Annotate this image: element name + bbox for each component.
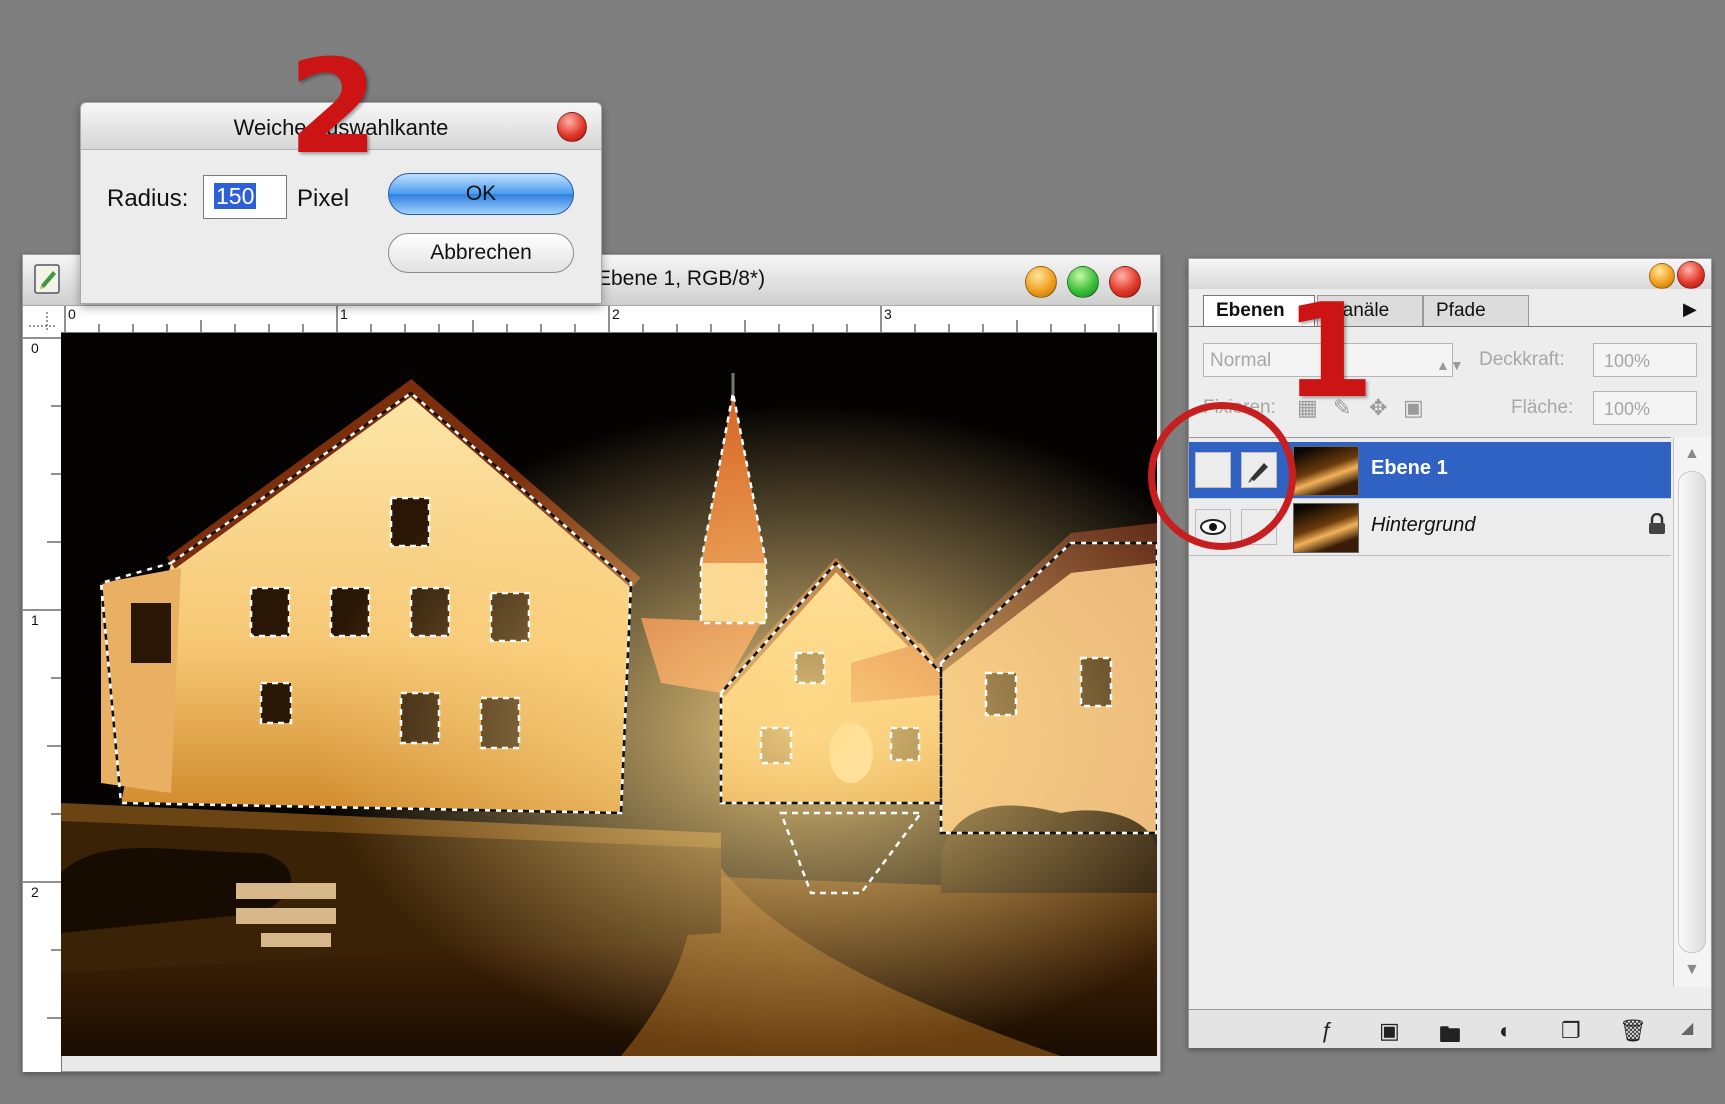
layers-panel: Ebenen Kanäle Pfade ▶ Normal ▲▼ Deckkraf… <box>1188 258 1712 1048</box>
trash-icon[interactable]: 🗑 <box>1619 1018 1647 1044</box>
radius-label: Radius: <box>107 185 189 212</box>
layers-scrollbar[interactable]: ▲ ▼ <box>1673 437 1710 987</box>
vertical-ruler[interactable]: 0 1 2 <box>23 332 62 1072</box>
highlight-circle-annotation <box>1148 402 1296 550</box>
radius-input[interactable]: 150 <box>203 175 287 219</box>
padlock-icon <box>1647 512 1667 541</box>
close-window-button[interactable] <box>1109 266 1141 298</box>
ruler-label-v2: 2 <box>31 884 39 900</box>
document-title: Ebene 1, RGB/8*) <box>597 267 766 290</box>
image-canvas[interactable] <box>61 333 1157 1056</box>
step-number-2: 2 <box>288 31 379 183</box>
scroll-thumb[interactable] <box>1678 471 1706 953</box>
ok-button[interactable]: OK <box>388 173 574 215</box>
tab-divider <box>1189 326 1711 327</box>
ruler-origin[interactable] <box>23 306 62 333</box>
layer-name[interactable]: Ebene 1 <box>1371 457 1448 480</box>
layer-style-icon[interactable]: ƒ <box>1321 1018 1333 1044</box>
radius-value: 150 <box>214 183 257 209</box>
blend-mode-value: Normal <box>1210 350 1272 371</box>
dialog-close-button[interactable] <box>557 112 587 142</box>
stepper-arrows-icon: ▲▼ <box>1436 357 1464 373</box>
step-number-1: 1 <box>1284 275 1375 427</box>
tab-paths[interactable]: Pfade <box>1423 295 1529 326</box>
zoom-button[interactable] <box>1067 266 1099 298</box>
panel-footer-toolbar: ƒ ▣ 🖿 ◐ ❐ 🗑 ◢ <box>1189 1009 1711 1048</box>
panel-menu-arrow-icon[interactable]: ▶ <box>1683 299 1697 320</box>
panel-titlebar[interactable] <box>1189 259 1711 289</box>
ruler-label-0: 0 <box>68 306 76 322</box>
resize-grip-icon[interactable]: ◢ <box>1681 1018 1693 1038</box>
layer-name[interactable]: Hintergrund <box>1371 514 1476 537</box>
ruler-label-v0: 0 <box>31 340 39 356</box>
cancel-button[interactable]: Abbrechen <box>388 233 574 273</box>
lock-all-icon[interactable]: ▣ <box>1403 395 1424 421</box>
new-group-folder-icon[interactable]: 🖿 <box>1439 1018 1461 1056</box>
layer-thumbnail <box>1293 446 1359 496</box>
layer-mask-icon[interactable]: ▣ <box>1379 1018 1400 1044</box>
ruler-label-1: 1 <box>340 306 348 322</box>
minimize-button[interactable] <box>1025 266 1057 298</box>
opacity-input[interactable]: 100% <box>1593 343 1697 377</box>
panel-close-button[interactable] <box>1677 261 1705 289</box>
new-layer-icon[interactable]: ❐ <box>1561 1018 1581 1044</box>
ruler-label-3: 3 <box>884 306 892 322</box>
fill-label: Fläche: <box>1511 397 1574 418</box>
radius-unit-label: Pixel <box>297 185 350 212</box>
document-window: Ebene 1, RGB/8*) 0 1 2 3 0 1 2 <box>22 254 1161 1072</box>
horizontal-ruler[interactable]: 0 1 2 3 <box>61 306 1157 333</box>
fill-input[interactable]: 100% <box>1593 391 1697 425</box>
layer-thumbnail <box>1293 503 1359 553</box>
ruler-label-v1: 1 <box>31 612 39 628</box>
scroll-up-arrow-icon[interactable]: ▲ <box>1684 445 1700 463</box>
ruler-label-2: 2 <box>612 306 620 322</box>
opacity-label: Deckkraft: <box>1479 349 1565 370</box>
photoshop-document-icon <box>33 263 63 295</box>
adjustment-layer-icon[interactable]: ◐ <box>1499 1018 1512 1044</box>
panel-collapse-button[interactable] <box>1649 263 1675 289</box>
night-village-photo <box>61 333 1157 1056</box>
scroll-down-arrow-icon[interactable]: ▼ <box>1684 961 1700 979</box>
